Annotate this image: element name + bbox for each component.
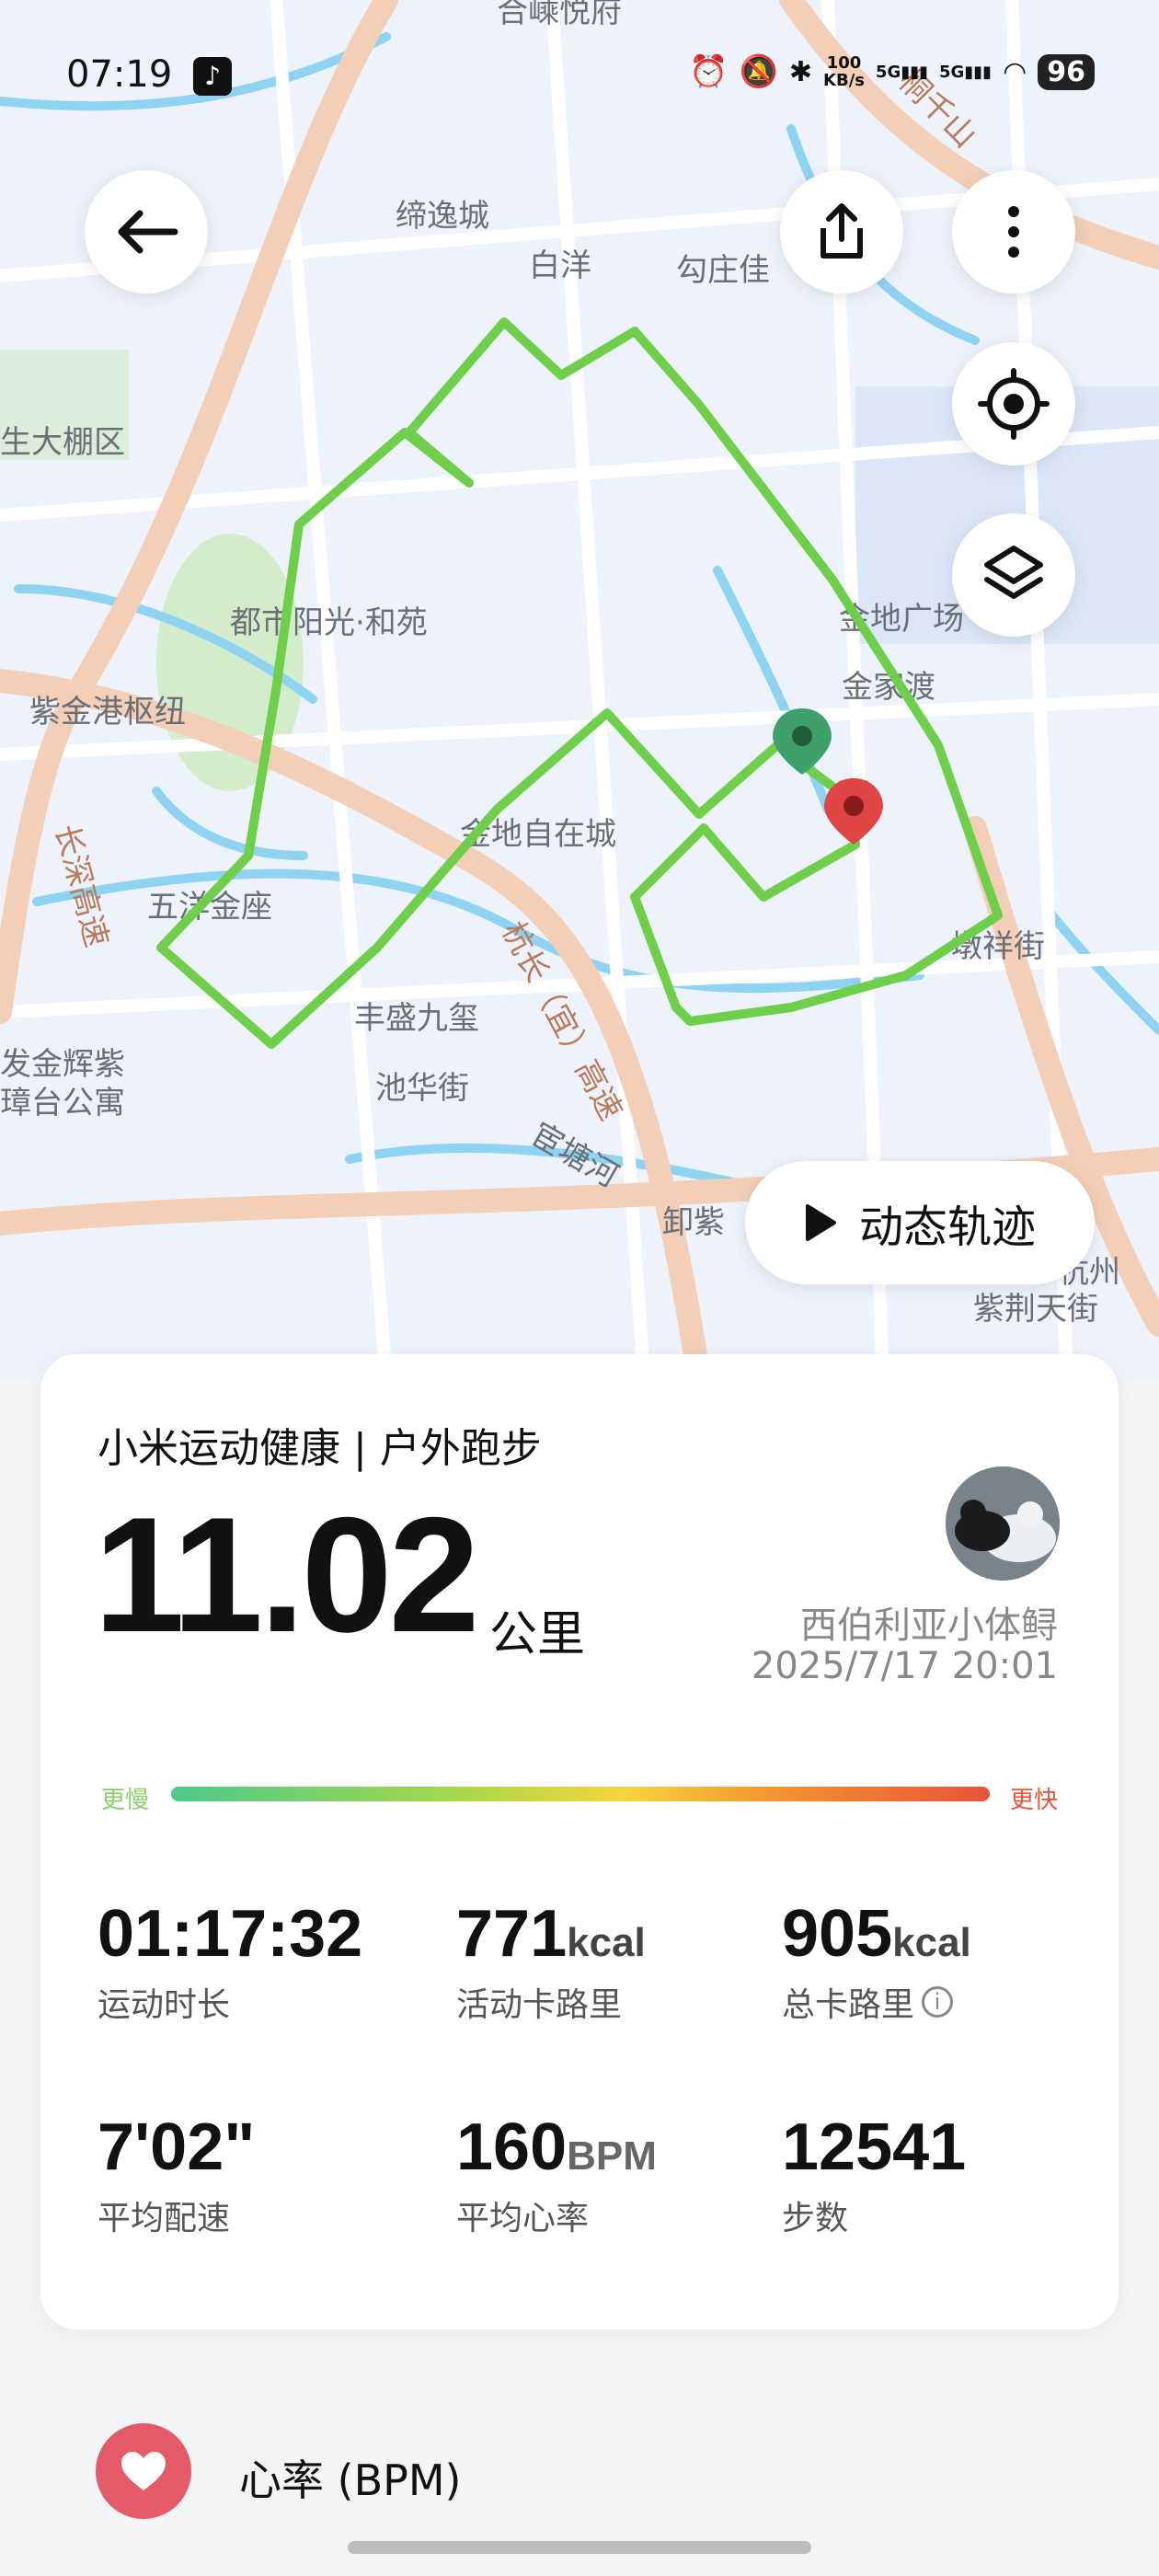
avatar-image <box>946 1466 1060 1581</box>
map-label: 紫荆天街 <box>973 1291 1098 1328</box>
map-label: 池华街 <box>375 1070 469 1107</box>
map-label: 紫金港枢纽 <box>29 694 186 730</box>
heart-rate-badge <box>96 2423 191 2519</box>
end-pin-icon <box>824 778 883 845</box>
distance-unit: 公里 <box>489 1607 586 1662</box>
tiktok-icon: ♪ <box>193 57 232 96</box>
map-label: 缔逸城 <box>396 198 489 235</box>
info-icon[interactable]: i <box>922 1986 954 2018</box>
locate-icon <box>978 368 1050 440</box>
locate-button[interactable] <box>952 342 1075 466</box>
stat-value: 160 <box>456 2110 568 2184</box>
pace-fast-label: 更快 <box>1009 1787 1058 1814</box>
arrow-left-icon <box>118 210 178 254</box>
battery-indicator: 96 <box>1038 53 1095 90</box>
map-label: 白洋 <box>529 247 591 284</box>
stat-steps: 12541 步数 <box>782 2110 966 2239</box>
stat-duration: 01:17:32 运动时长 <box>98 1897 362 2026</box>
map-label: 宦塘河 <box>525 1116 625 1195</box>
mute-icon: 🔕 <box>739 53 778 90</box>
wifi-icon: ◠ <box>1003 55 1027 88</box>
stat-avg-heart-rate: 160BPM 平均心率 <box>456 2110 657 2239</box>
share-button[interactable] <box>780 170 903 293</box>
map-label: 丰盛九玺 <box>354 1000 479 1037</box>
stat-value: 01:17:32 <box>98 1897 363 1971</box>
heart-rate-title: 心率 (BPM) <box>239 2455 462 2505</box>
stat-avg-pace: 7'02" 平均配速 <box>98 2110 255 2239</box>
distance-value: 11.02 <box>94 1483 480 1666</box>
share-icon <box>820 203 863 259</box>
bluetooth-icon: ✱ <box>788 55 813 88</box>
signal-icon: 5G▮▮▮ <box>939 62 993 82</box>
status-bar: 07:19 ♪ ⏰ 🔕 ✱ 100 KB/s 5G▮▮▮ 5G▮▮▮ ◠ 96 <box>0 0 1159 156</box>
stat-unit: kcal <box>567 1920 646 1965</box>
avatar[interactable] <box>946 1466 1060 1581</box>
dynamic-track-label: 动态轨迹 <box>858 1202 1036 1253</box>
play-icon <box>805 1204 836 1241</box>
map-label: 卸紫 <box>662 1204 725 1241</box>
stat-label: 活动卡路里 <box>456 1986 623 2024</box>
stat-value: 905 <box>782 1897 893 1971</box>
alarm-icon: ⏰ <box>689 53 729 90</box>
stat-unit: kcal <box>892 1920 971 1965</box>
map-label: 发金辉紫 <box>0 1046 125 1083</box>
user-name: 西伯利亚小体鲟 <box>800 1604 1058 1647</box>
more-vertical-icon <box>1008 206 1019 258</box>
stat-label: 平均配速 <box>98 2200 231 2237</box>
workout-summary-card: 小米运动健康 | 户外跑步 11.02 公里 西伯利亚小体鲟 2025/7/17… <box>40 1354 1119 2329</box>
pace-gradient-bar <box>171 1787 990 1801</box>
signal-icon: 5G▮▮▮ <box>876 62 929 82</box>
workout-datetime: 2025/7/17 20:01 <box>751 1645 1058 1687</box>
stat-label: 总卡路里 <box>782 1986 915 2024</box>
back-button[interactable] <box>85 170 208 293</box>
stat-active-calories: 771kcal 活动卡路里 <box>456 1897 646 2026</box>
stat-value: 771 <box>456 1897 568 1971</box>
net-speed: 100 KB/s <box>823 53 865 90</box>
stat-total-calories: 905kcal 总卡路里 i <box>782 1897 971 2026</box>
stat-value: 12541 <box>782 2110 967 2184</box>
stat-unit: BPM <box>567 2133 657 2179</box>
stat-value: 7'02" <box>98 2110 256 2184</box>
layers-button[interactable] <box>952 513 1075 637</box>
status-time: 07:19 <box>66 53 173 96</box>
heart-icon <box>121 2452 166 2490</box>
map-label: 都市阳光·和苑 <box>230 604 428 641</box>
workout-title: 小米运动健康 | 户外跑步 <box>98 1425 542 1472</box>
map-label: 勾庄佳 <box>676 252 770 289</box>
heart-rate-section[interactable]: 心率 (BPM) <box>0 2392 1159 2548</box>
stat-label: 平均心率 <box>456 2200 590 2237</box>
more-button[interactable] <box>952 170 1075 293</box>
stat-label: 步数 <box>782 2200 849 2237</box>
status-icons: ⏰ 🔕 ✱ 100 KB/s 5G▮▮▮ 5G▮▮▮ ◠ 96 <box>689 53 1095 90</box>
home-indicator[interactable] <box>348 2541 811 2554</box>
layers-icon <box>984 546 1043 599</box>
map-label: 璋台公寓 <box>0 1085 125 1121</box>
pace-slow-label: 更慢 <box>101 1787 150 1814</box>
dynamic-track-button[interactable]: 动态轨迹 <box>745 1161 1095 1284</box>
stat-label: 运动时长 <box>98 1986 231 2024</box>
map-label: 生大棚区 <box>0 424 125 461</box>
start-pin-icon <box>773 708 832 775</box>
